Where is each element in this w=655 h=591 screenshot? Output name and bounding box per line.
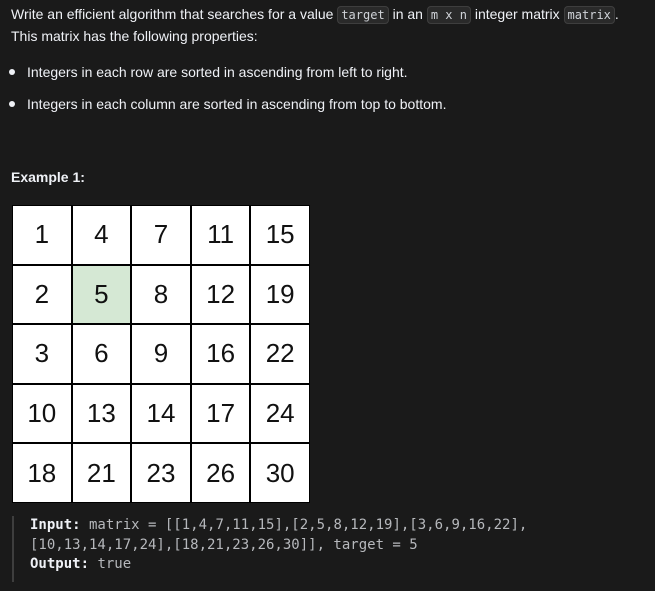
matrix-cell: 2 (13, 265, 71, 324)
input-label: Input: (30, 517, 81, 533)
bullet-icon (9, 69, 15, 75)
matrix-cell: 15 (251, 206, 309, 264)
description-text-2: in an (388, 6, 427, 22)
matrix-cell: 7 (132, 206, 190, 264)
matrix-cell: 13 (72, 384, 131, 443)
bullet-icon (9, 101, 15, 107)
output-value: true (89, 556, 132, 572)
example-matrix-image: 1 4 7 11 15 2 5 8 12 19 3 6 9 16 22 10 13 14 17 24 18 21 23 26 3… (12, 205, 310, 503)
input-value-1: matrix = [[1,4,7,11,15],[2,5,8,12,19],[3… (80, 517, 528, 533)
problem-description: Write an efficient algorithm that search… (11, 4, 647, 47)
input-line-2: [10,13,14,17,24],[18,21,23,26,30]], targ… (30, 536, 572, 556)
matrix-cell: 8 (132, 265, 190, 324)
matrix-cell: 21 (72, 444, 131, 502)
matrix-cell: 17 (191, 384, 250, 443)
matrix-cell: 16 (191, 325, 250, 383)
matrix-cell: 9 (132, 325, 190, 383)
property-text: Integers in each column are sorted in as… (27, 96, 447, 112)
code-target: target (337, 6, 389, 24)
example-code-block: Input: matrix = [[1,4,7,11,15],[2,5,8,12… (12, 516, 572, 582)
property-item: Integers in each column are sorted in as… (0, 90, 446, 122)
matrix-cell: 30 (251, 444, 309, 502)
matrix-cell: 19 (251, 265, 309, 324)
matrix-cell: 12 (191, 265, 250, 324)
matrix-cell: 24 (251, 384, 309, 443)
input-value-2: [10,13,14,17,24],[18,21,23,26,30]], targ… (30, 536, 418, 553)
properties-list: Integers in each row are sorted in ascen… (0, 58, 446, 122)
output-label: Output: (30, 556, 90, 572)
example-title: Example 1: (11, 169, 85, 185)
property-item: Integers in each row are sorted in ascen… (0, 58, 446, 90)
input-line-1: Input: matrix = [[1,4,7,11,15],[2,5,8,12… (30, 516, 572, 536)
code-m-x-n: m x n (426, 6, 471, 24)
matrix-cell: 6 (72, 325, 131, 383)
description-text-1: Write an efficient algorithm that search… (11, 6, 338, 22)
matrix-cell: 22 (251, 325, 309, 383)
matrix-cell-highlighted: 5 (72, 265, 131, 324)
description-text-3: integer matrix (470, 6, 564, 22)
matrix-cell: 3 (13, 325, 71, 383)
output-line: Output: true (30, 555, 572, 575)
code-matrix: matrix (563, 6, 615, 24)
matrix-cell: 23 (132, 444, 190, 502)
property-text: Integers in each row are sorted in ascen… (27, 64, 408, 80)
matrix-cell: 18 (13, 444, 71, 502)
matrix-cell: 10 (13, 384, 71, 443)
matrix-cell: 14 (132, 384, 190, 443)
matrix-cell: 1 (13, 206, 71, 264)
matrix-cell: 26 (191, 444, 250, 502)
matrix-cell: 4 (72, 206, 131, 264)
matrix-cell: 11 (191, 206, 250, 264)
